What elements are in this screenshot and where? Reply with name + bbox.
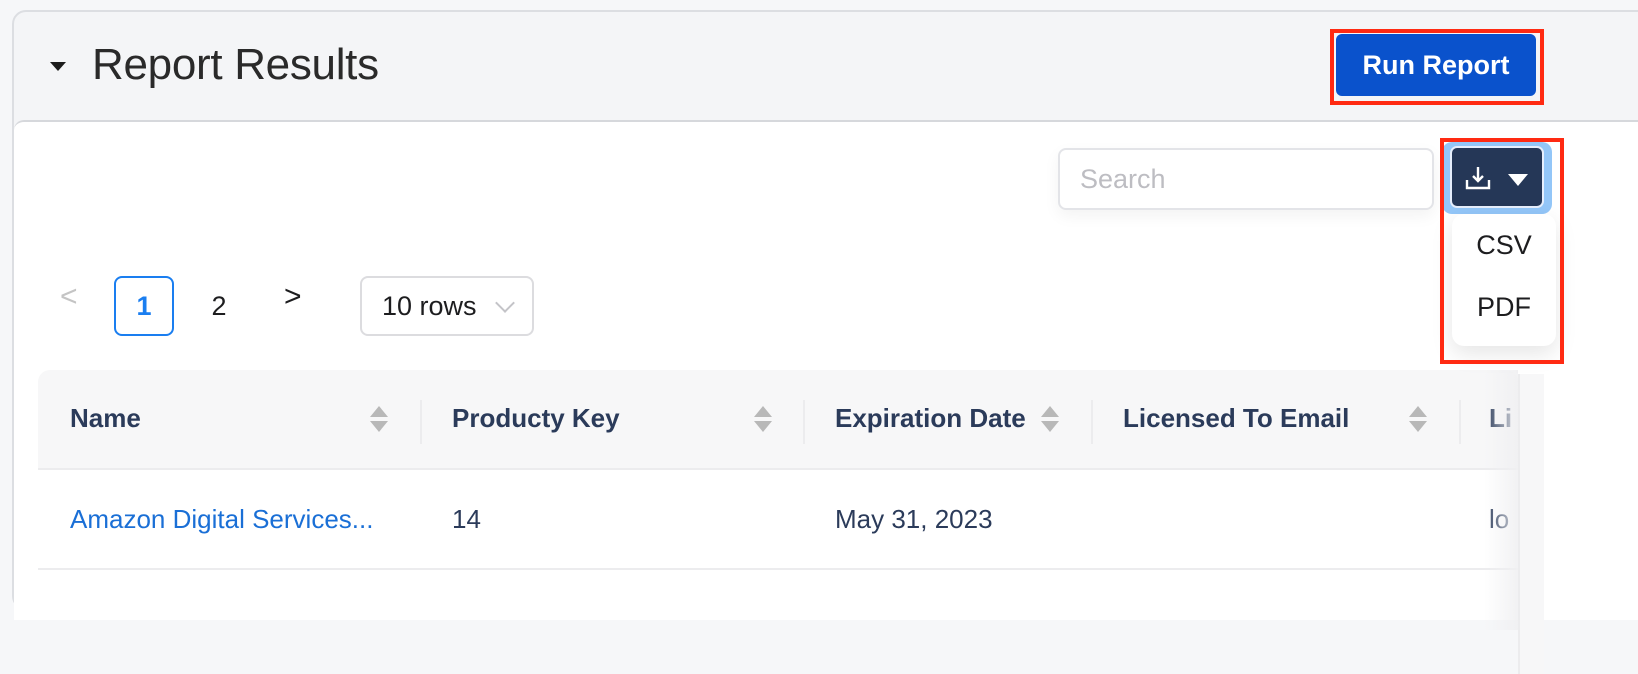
horizontal-scroll-gutter[interactable] [1518, 374, 1544, 674]
results-body: CSV PDF < 1 2 > 10 rows Name Producty Ke… [14, 120, 1638, 674]
table-header: Name Producty Key Expiration Date Licens… [38, 370, 1518, 470]
column-header-licensed[interactable]: Li [1461, 370, 1518, 470]
download-dropdown-button[interactable] [1450, 146, 1544, 208]
pagination-page-2[interactable]: 2 [194, 276, 244, 336]
download-icon [1465, 167, 1491, 190]
column-header-name[interactable]: Name [38, 370, 420, 470]
table-row: Amazon Digital Services... 14 May 31, 20… [38, 470, 1518, 570]
run-report-button[interactable]: Run Report [1336, 34, 1536, 96]
column-header-licensed-to-email[interactable]: Licensed To Email [1093, 370, 1459, 470]
cell-name-link[interactable]: Amazon Digital Services... [70, 504, 400, 535]
report-results-panel: Report Results Run Report CSV PDF < 1 2 … [12, 10, 1638, 674]
sort-icon[interactable] [754, 406, 772, 434]
pagination-page-1[interactable]: 1 [114, 276, 174, 336]
results-table: Name Producty Key Expiration Date Licens… [38, 370, 1518, 630]
cell-expiration-date: May 31, 2023 [835, 504, 993, 534]
sort-icon[interactable] [1409, 406, 1427, 434]
chevron-down-icon [495, 293, 515, 313]
download-focus-ring [1442, 142, 1552, 214]
search-input[interactable] [1058, 148, 1434, 210]
sort-icon[interactable] [1041, 406, 1059, 434]
cell-licensed: lo [1489, 504, 1510, 534]
panel-header: Report Results Run Report [14, 12, 1638, 120]
collapse-caret-icon[interactable] [50, 62, 66, 71]
pagination-prev-button[interactable]: < [60, 280, 78, 314]
menu-item-csv[interactable]: CSV [1452, 230, 1556, 261]
rows-per-page-select[interactable]: 10 rows [360, 276, 534, 336]
rows-per-page-value: 10 rows [382, 291, 477, 321]
page-title: Report Results [92, 40, 379, 89]
menu-item-pdf[interactable]: PDF [1452, 292, 1556, 323]
chevron-down-icon [1508, 174, 1528, 186]
sort-icon[interactable] [370, 406, 388, 434]
pagination-next-button[interactable]: > [284, 280, 302, 314]
download-menu: CSV PDF [1452, 214, 1556, 346]
column-header-product-key[interactable]: Producty Key [422, 370, 804, 470]
cell-product-key: 14 [452, 504, 481, 534]
column-header-expiration-date[interactable]: Expiration Date [805, 370, 1091, 470]
